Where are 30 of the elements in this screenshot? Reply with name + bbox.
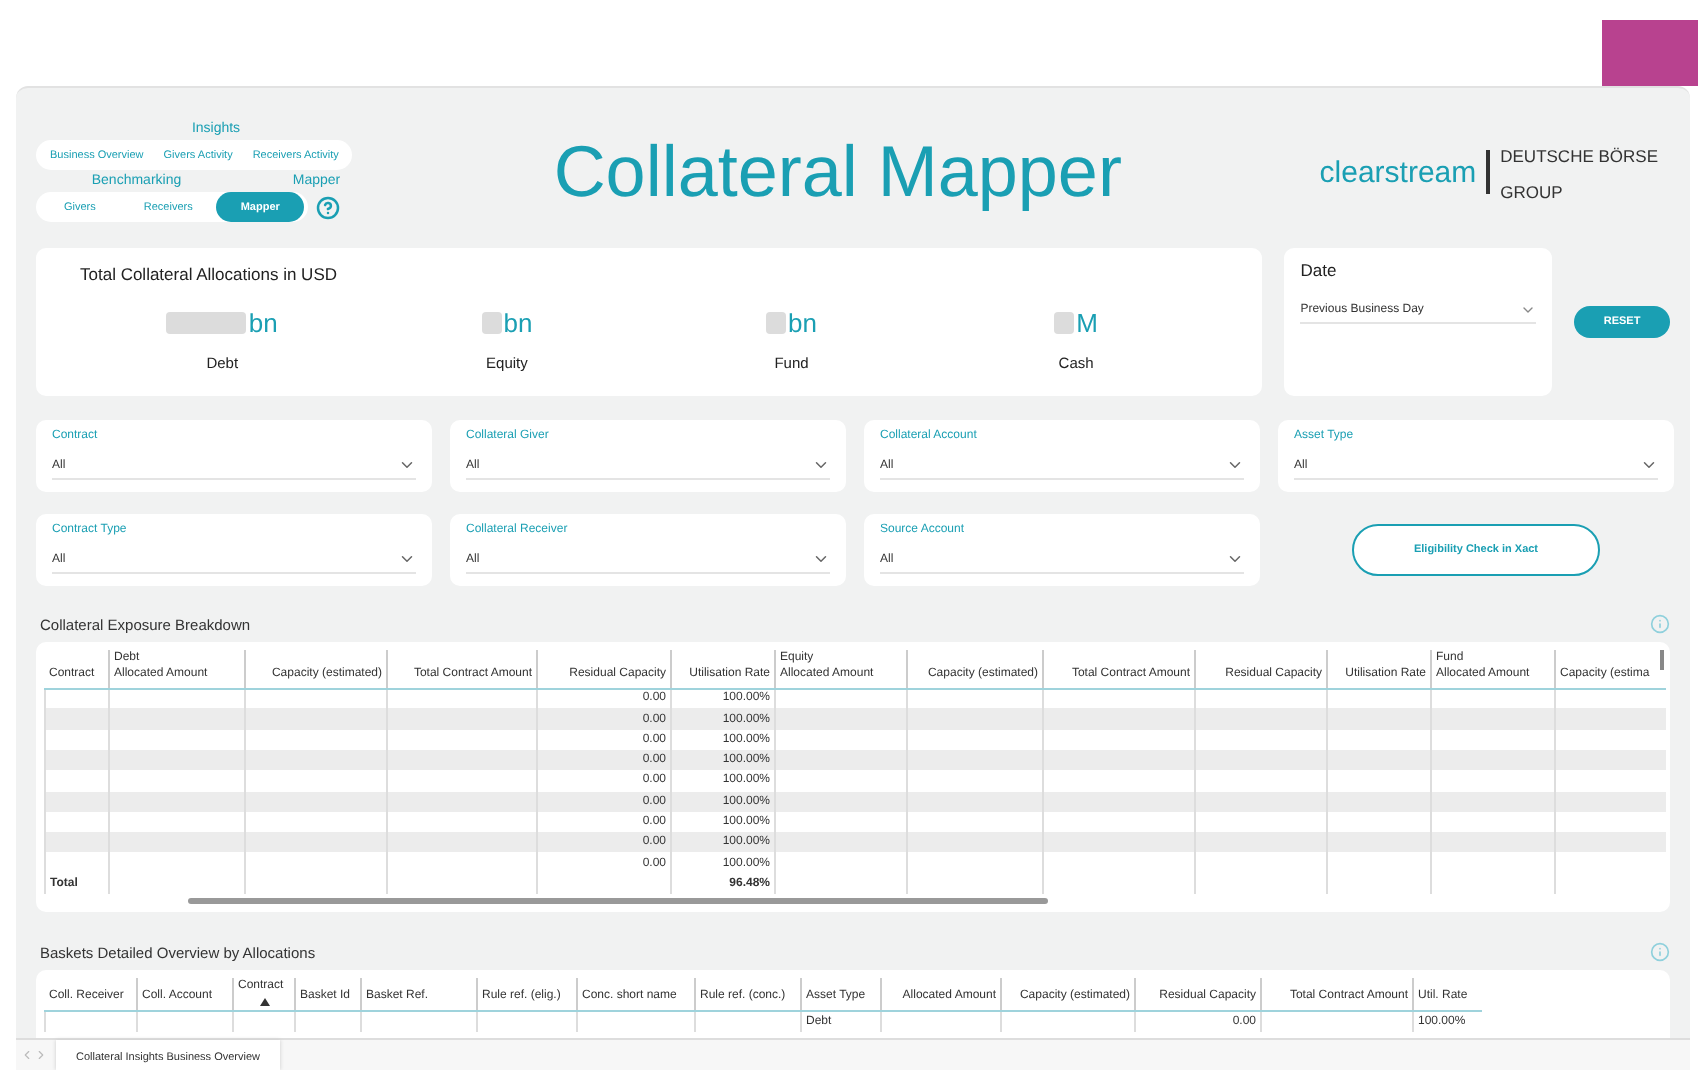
- card-title: Date: [1300, 260, 1339, 280]
- chevron-down-icon: [1226, 550, 1244, 568]
- kpi-unit: bn: [248, 308, 278, 338]
- chevron-right-icon[interactable]: [34, 1048, 48, 1062]
- chevron-down-icon: [812, 456, 830, 474]
- kpi-unit: M: [1076, 308, 1098, 338]
- chevron-down-icon: [1226, 456, 1244, 474]
- chevron-down-icon: [1640, 456, 1658, 474]
- kpi-unit: bn: [503, 308, 533, 338]
- chevron-down-icon: [812, 550, 830, 568]
- card-title: Total Collateral Allocations in USD: [80, 264, 340, 284]
- scrollbar-thumb[interactable]: [188, 898, 1048, 904]
- logo-subtext: GROUP: [1500, 182, 1563, 202]
- chevron-down-icon: [398, 550, 416, 568]
- chevron-down-icon: [398, 456, 416, 474]
- blurred-value: [481, 312, 502, 334]
- info-icon[interactable]: [1650, 614, 1670, 634]
- help-icon[interactable]: [315, 195, 340, 219]
- page-title: Collateral Mapper: [551, 130, 1124, 214]
- logo-subtext: DEUTSCHE BÖRSE: [1500, 146, 1658, 166]
- accent-block: [1602, 20, 1698, 86]
- info-icon[interactable]: [1650, 942, 1670, 962]
- kpi-unit: bn: [788, 308, 817, 338]
- chevron-left-icon[interactable]: [20, 1048, 34, 1062]
- blurred-value: [166, 312, 247, 334]
- logo-divider: [1486, 150, 1491, 194]
- blurred-value: [1054, 312, 1075, 334]
- logo-text: clearstream: [1319, 155, 1477, 189]
- scrollbar-thumb[interactable]: [1660, 650, 1664, 670]
- blurred-value: [766, 312, 787, 334]
